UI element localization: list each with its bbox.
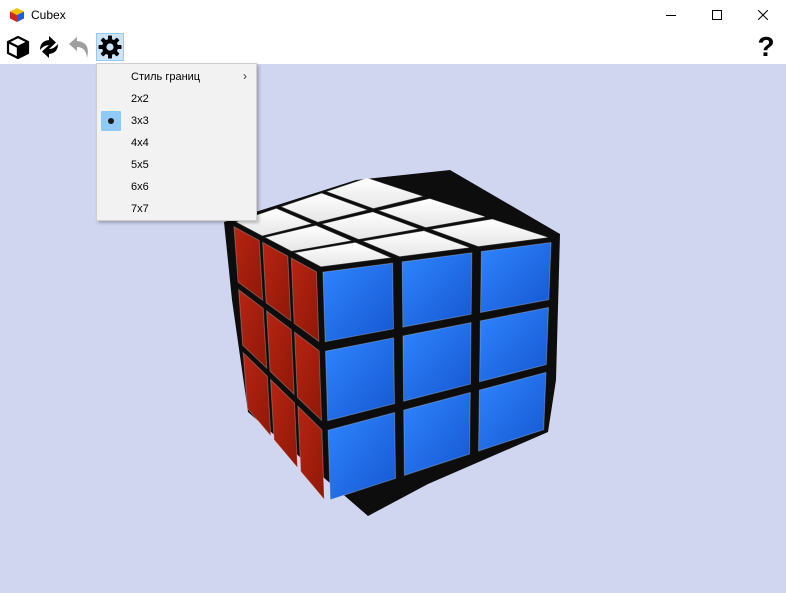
menu-item-label: Стиль границ bbox=[131, 71, 201, 83]
help-button[interactable]: ? bbox=[752, 31, 780, 62]
close-button[interactable] bbox=[740, 0, 786, 30]
toolbar: ? bbox=[0, 30, 786, 64]
menu-item-label: 7x7 bbox=[131, 203, 149, 215]
minimize-icon bbox=[666, 15, 676, 16]
menu-item-label: 4x4 bbox=[131, 137, 149, 149]
menu-item-5x5[interactable]: 5x5 bbox=[97, 154, 256, 176]
menu-item-6x6[interactable]: 6x6 bbox=[97, 176, 256, 198]
maximize-icon bbox=[712, 10, 722, 20]
menu-item-label: 6x6 bbox=[131, 181, 149, 193]
scramble-arrows-icon bbox=[40, 36, 58, 58]
minimize-button[interactable] bbox=[648, 0, 694, 30]
chevron-right-icon: › bbox=[243, 69, 247, 83]
radio-selected-icon bbox=[101, 111, 121, 131]
close-icon bbox=[758, 10, 768, 20]
app-cube-icon bbox=[10, 8, 24, 22]
undo-icon bbox=[69, 37, 88, 58]
menu-item-label: 3x3 bbox=[131, 115, 149, 127]
front-face-sticker[interactable] bbox=[322, 262, 395, 343]
cube-icon bbox=[6, 35, 30, 59]
app-window: Cubex ? Стиль границ › 2x2 3x3 4x4 5x5 6… bbox=[0, 0, 786, 593]
maximize-button[interactable] bbox=[694, 0, 740, 30]
menu-item-label: 5x5 bbox=[131, 159, 149, 171]
undo-button[interactable] bbox=[66, 33, 94, 61]
gear-icon bbox=[98, 35, 122, 59]
menu-item-7x7[interactable]: 7x7 bbox=[97, 198, 256, 220]
menu-item-2x2[interactable]: 2x2 bbox=[97, 88, 256, 110]
new-cube-button[interactable] bbox=[4, 33, 32, 61]
scramble-button[interactable] bbox=[35, 33, 63, 61]
window-title: Cubex bbox=[31, 8, 66, 22]
menu-item-3x3[interactable]: 3x3 bbox=[97, 110, 256, 132]
settings-button[interactable] bbox=[96, 33, 124, 61]
menu-item-label: 2x2 bbox=[131, 93, 149, 105]
menu-item-4x4[interactable]: 4x4 bbox=[97, 132, 256, 154]
title-bar[interactable]: Cubex bbox=[0, 0, 786, 30]
settings-menu: Стиль границ › 2x2 3x3 4x4 5x5 6x6 7x7 bbox=[96, 63, 257, 221]
front-face-sticker[interactable] bbox=[401, 252, 473, 328]
menu-item-border-style[interactable]: Стиль границ › bbox=[97, 66, 256, 88]
